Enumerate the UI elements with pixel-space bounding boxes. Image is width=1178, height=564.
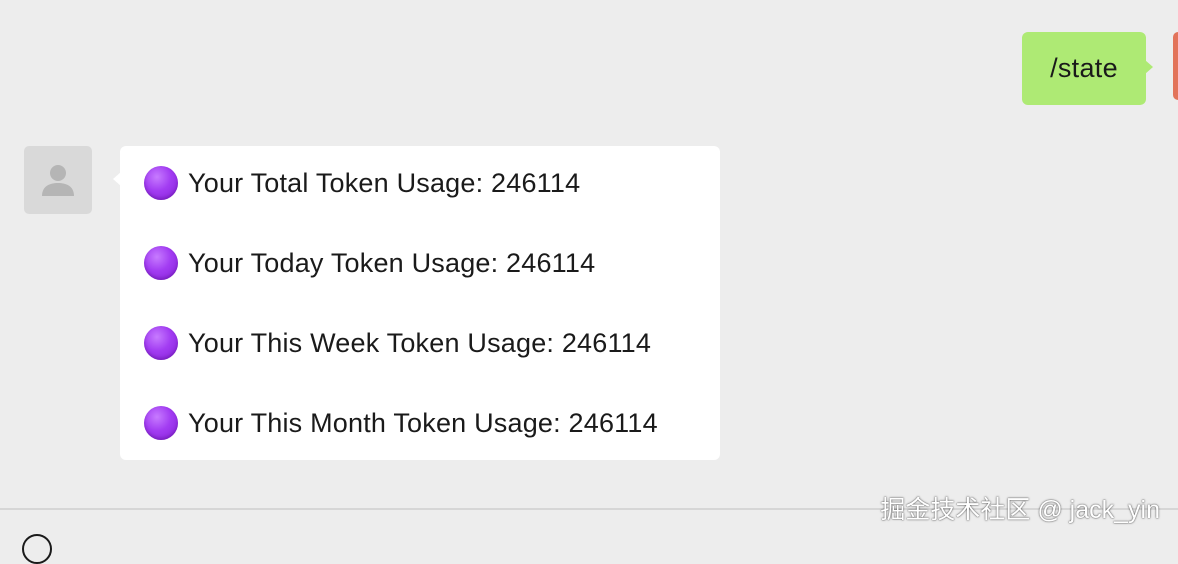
usage-line-text: Your Total Token Usage: 246114 <box>188 167 581 198</box>
usage-line-week: Your This Week Token Usage: 246114 <box>144 323 651 363</box>
purple-circle-icon <box>144 246 178 280</box>
usage-line-month: Your This Month Token Usage: 246114 <box>144 403 658 443</box>
purple-circle-icon <box>144 406 178 440</box>
usage-line-total: Your Total Token Usage: 246114 <box>144 163 580 203</box>
outgoing-message-text: /state <box>1050 53 1118 83</box>
default-user-icon <box>42 165 74 196</box>
watermark: 掘金技术社区 @ jack_yin <box>880 496 1160 524</box>
usage-line-text: Your This Month Token Usage: 246114 <box>188 407 658 438</box>
outgoing-message-bubble[interactable]: /state <box>1022 32 1153 105</box>
contact-avatar[interactable] <box>24 146 92 214</box>
incoming-message-bubble[interactable]: Your Total Token Usage: 246114 Your Toda… <box>113 146 720 460</box>
usage-line-today: Your Today Token Usage: 246114 <box>144 243 595 283</box>
purple-circle-icon <box>144 326 178 360</box>
emoji-icon[interactable] <box>22 534 52 564</box>
self-avatar[interactable] <box>1173 32 1178 100</box>
purple-circle-icon <box>144 166 178 200</box>
usage-line-text: Your This Week Token Usage: 246114 <box>188 327 652 358</box>
usage-line-text: Your Today Token Usage: 246114 <box>188 247 596 278</box>
